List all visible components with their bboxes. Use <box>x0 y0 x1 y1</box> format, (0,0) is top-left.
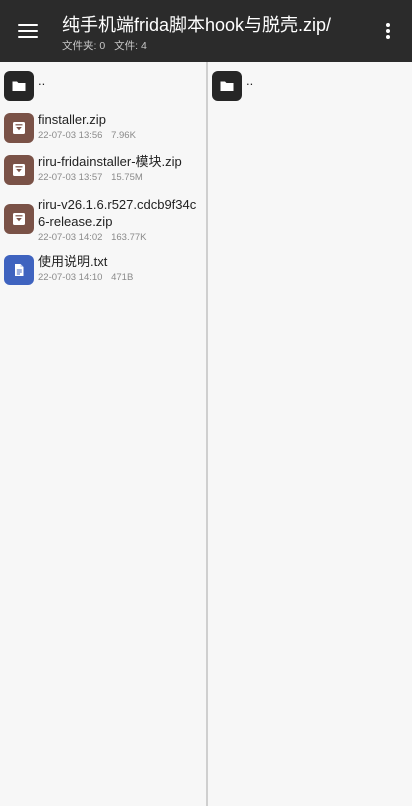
folder-icon <box>212 71 242 101</box>
file-date: 22-07-03 13:57 <box>38 172 103 183</box>
left-file-pane[interactable]: .. finstaller.zip 22-07-03 13:56 7.96K r… <box>0 62 206 806</box>
file-date: 22-07-03 13:56 <box>38 130 103 141</box>
right-file-pane[interactable]: .. <box>208 62 412 806</box>
file-name: 使用说明.txt <box>38 254 108 269</box>
folder-count: 文件夹: 0 <box>62 40 106 52</box>
archive-icon <box>4 204 34 234</box>
file-size: 163.77K <box>111 232 147 243</box>
folder-icon <box>4 71 34 101</box>
file-date: 22-07-03 14:02 <box>38 232 103 243</box>
menu-icon[interactable] <box>12 15 44 47</box>
text-file-icon <box>4 255 34 285</box>
file-name-line-2: 6-release.zip <box>38 214 113 229</box>
file-meta: 22-07-03 14:10 471B <box>38 272 139 283</box>
file-meta: 22-07-03 14:02 163.77K <box>38 232 153 243</box>
file-size: 7.96K <box>111 130 136 141</box>
archive-icon <box>4 113 34 143</box>
parent-directory-label: .. <box>38 73 46 88</box>
page-title: 纯手机端frida脚本hook与脱壳.zip/ <box>62 15 332 35</box>
app-bar: 纯手机端frida脚本hook与脱壳.zip/ 文件夹: 0 文件: 4 <box>0 0 412 62</box>
file-size: 471B <box>111 272 134 283</box>
file-name: riru-fridainstaller-模块.zip <box>38 154 182 169</box>
archive-icon <box>4 155 34 185</box>
list-item[interactable]: riru-fridainstaller-模块.zip 22-07-03 13:5… <box>0 152 206 188</box>
more-options-icon[interactable] <box>376 19 400 43</box>
file-name-line-1: riru-v26.1.6.r527.cdcb9f34c <box>38 197 197 212</box>
list-item[interactable]: riru-v26.1.6.r527.cdcb9f34c 6-release.zi… <box>0 196 206 246</box>
file-meta: 22-07-03 13:57 15.75M <box>38 172 149 183</box>
file-size: 15.75M <box>111 172 143 183</box>
parent-directory-item[interactable]: .. <box>0 68 206 104</box>
parent-directory-item[interactable]: .. <box>208 68 412 104</box>
list-item[interactable]: 使用说明.txt 22-07-03 14:10 471B <box>0 252 206 288</box>
list-item[interactable]: finstaller.zip 22-07-03 13:56 7.96K <box>0 110 206 146</box>
title-area: 纯手机端frida脚本hook与脱壳.zip/ 文件夹: 0 文件: 4 <box>62 14 362 53</box>
parent-directory-label: .. <box>246 73 254 88</box>
file-date: 22-07-03 14:10 <box>38 272 103 283</box>
file-meta: 22-07-03 13:56 7.96K <box>38 130 142 141</box>
file-name: finstaller.zip <box>38 112 106 127</box>
folder-file-counts: 文件夹: 0 文件: 4 <box>62 38 362 53</box>
file-count: 文件: 4 <box>114 40 147 52</box>
